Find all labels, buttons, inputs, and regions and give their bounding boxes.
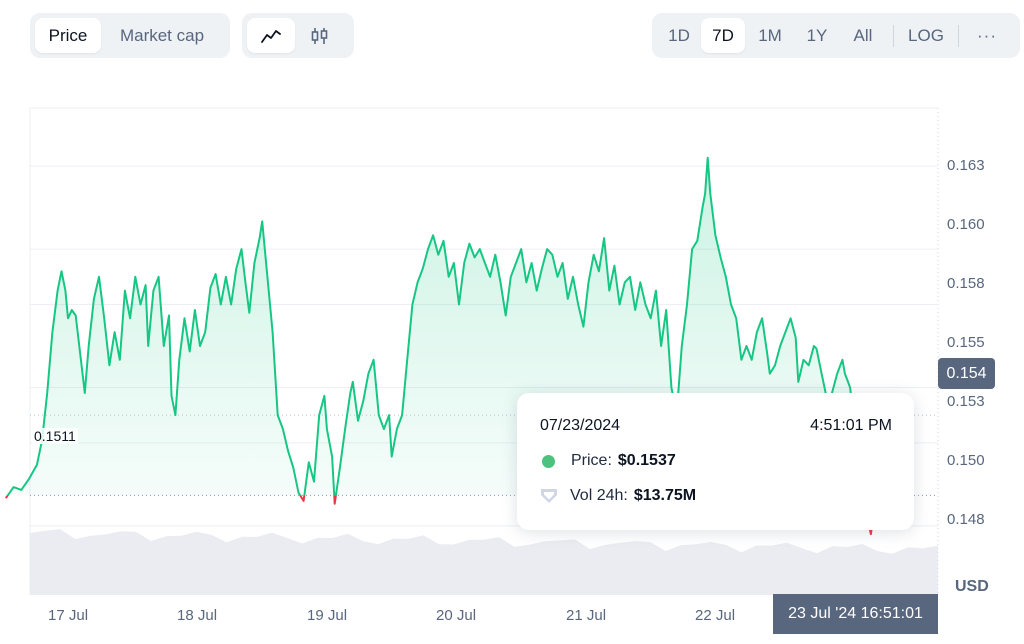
y-tick-label: 0.163	[947, 157, 985, 174]
current-price-badge: 0.154	[938, 358, 995, 389]
range-toggle: 1D 7D 1M 1Y All LOG ···	[652, 13, 1020, 58]
y-tick-label: 0.155	[947, 334, 985, 351]
y-tick-label: 0.150	[947, 452, 985, 469]
tab-price[interactable]: Price	[35, 18, 101, 53]
x-tick-label: 18 Jul	[177, 607, 218, 624]
line-chart-icon	[261, 29, 281, 43]
more-options-button[interactable]: ···	[965, 18, 1009, 53]
volume-icon	[541, 489, 557, 503]
x-tick-label: 19 Jul	[307, 607, 348, 624]
price-dot-icon	[542, 454, 555, 468]
candlestick-icon	[311, 27, 328, 44]
crosshair-time-label: 23 Jul '24 16:51:01	[773, 594, 938, 634]
x-tick-label: 22 Jul	[695, 607, 736, 624]
y-tick-label: 0.160	[947, 216, 985, 233]
toolbar-divider	[958, 24, 959, 47]
y-tick-label: 0.153	[947, 393, 985, 410]
log-scale-button[interactable]: LOG	[900, 18, 952, 53]
currency-label: USD	[955, 578, 989, 595]
price-chart[interactable]	[0, 0, 1024, 644]
line-chart-button[interactable]	[247, 18, 295, 53]
range-1y[interactable]: 1Y	[795, 18, 839, 53]
tab-market-cap[interactable]: Market cap	[101, 18, 223, 53]
x-tick-label: 20 Jul	[436, 607, 477, 624]
x-tick-label: 21 Jul	[566, 607, 607, 624]
range-1m[interactable]: 1M	[745, 18, 795, 53]
tooltip-volume-label: Vol 24h:	[570, 487, 628, 504]
tooltip-price-value: $0.1537	[617, 452, 676, 469]
open-price-label: 0.1511	[32, 428, 78, 444]
toolbar-divider	[893, 24, 894, 47]
range-1d[interactable]: 1D	[657, 18, 701, 53]
range-all[interactable]: All	[839, 18, 887, 53]
candlestick-button[interactable]	[295, 18, 345, 53]
y-tick-label: 0.158	[947, 275, 985, 292]
y-tick-label: 0.148	[947, 511, 985, 528]
tooltip-price-label: Price:	[571, 452, 612, 469]
range-7d[interactable]: 7D	[701, 18, 745, 53]
tooltip-date: 07/23/2024	[540, 417, 621, 434]
x-tick-label: 17 Jul	[48, 607, 89, 624]
price-tooltip: 07/23/2024 4:51:01 PM Price: $0.1537 Vol…	[517, 393, 914, 530]
metric-toggle: Price Market cap	[30, 13, 230, 58]
volume-bars	[30, 529, 938, 595]
chart-type-toggle	[242, 13, 354, 58]
tooltip-time: 4:51:01 PM	[810, 417, 892, 434]
tooltip-volume-value: $13.75M	[633, 487, 697, 504]
